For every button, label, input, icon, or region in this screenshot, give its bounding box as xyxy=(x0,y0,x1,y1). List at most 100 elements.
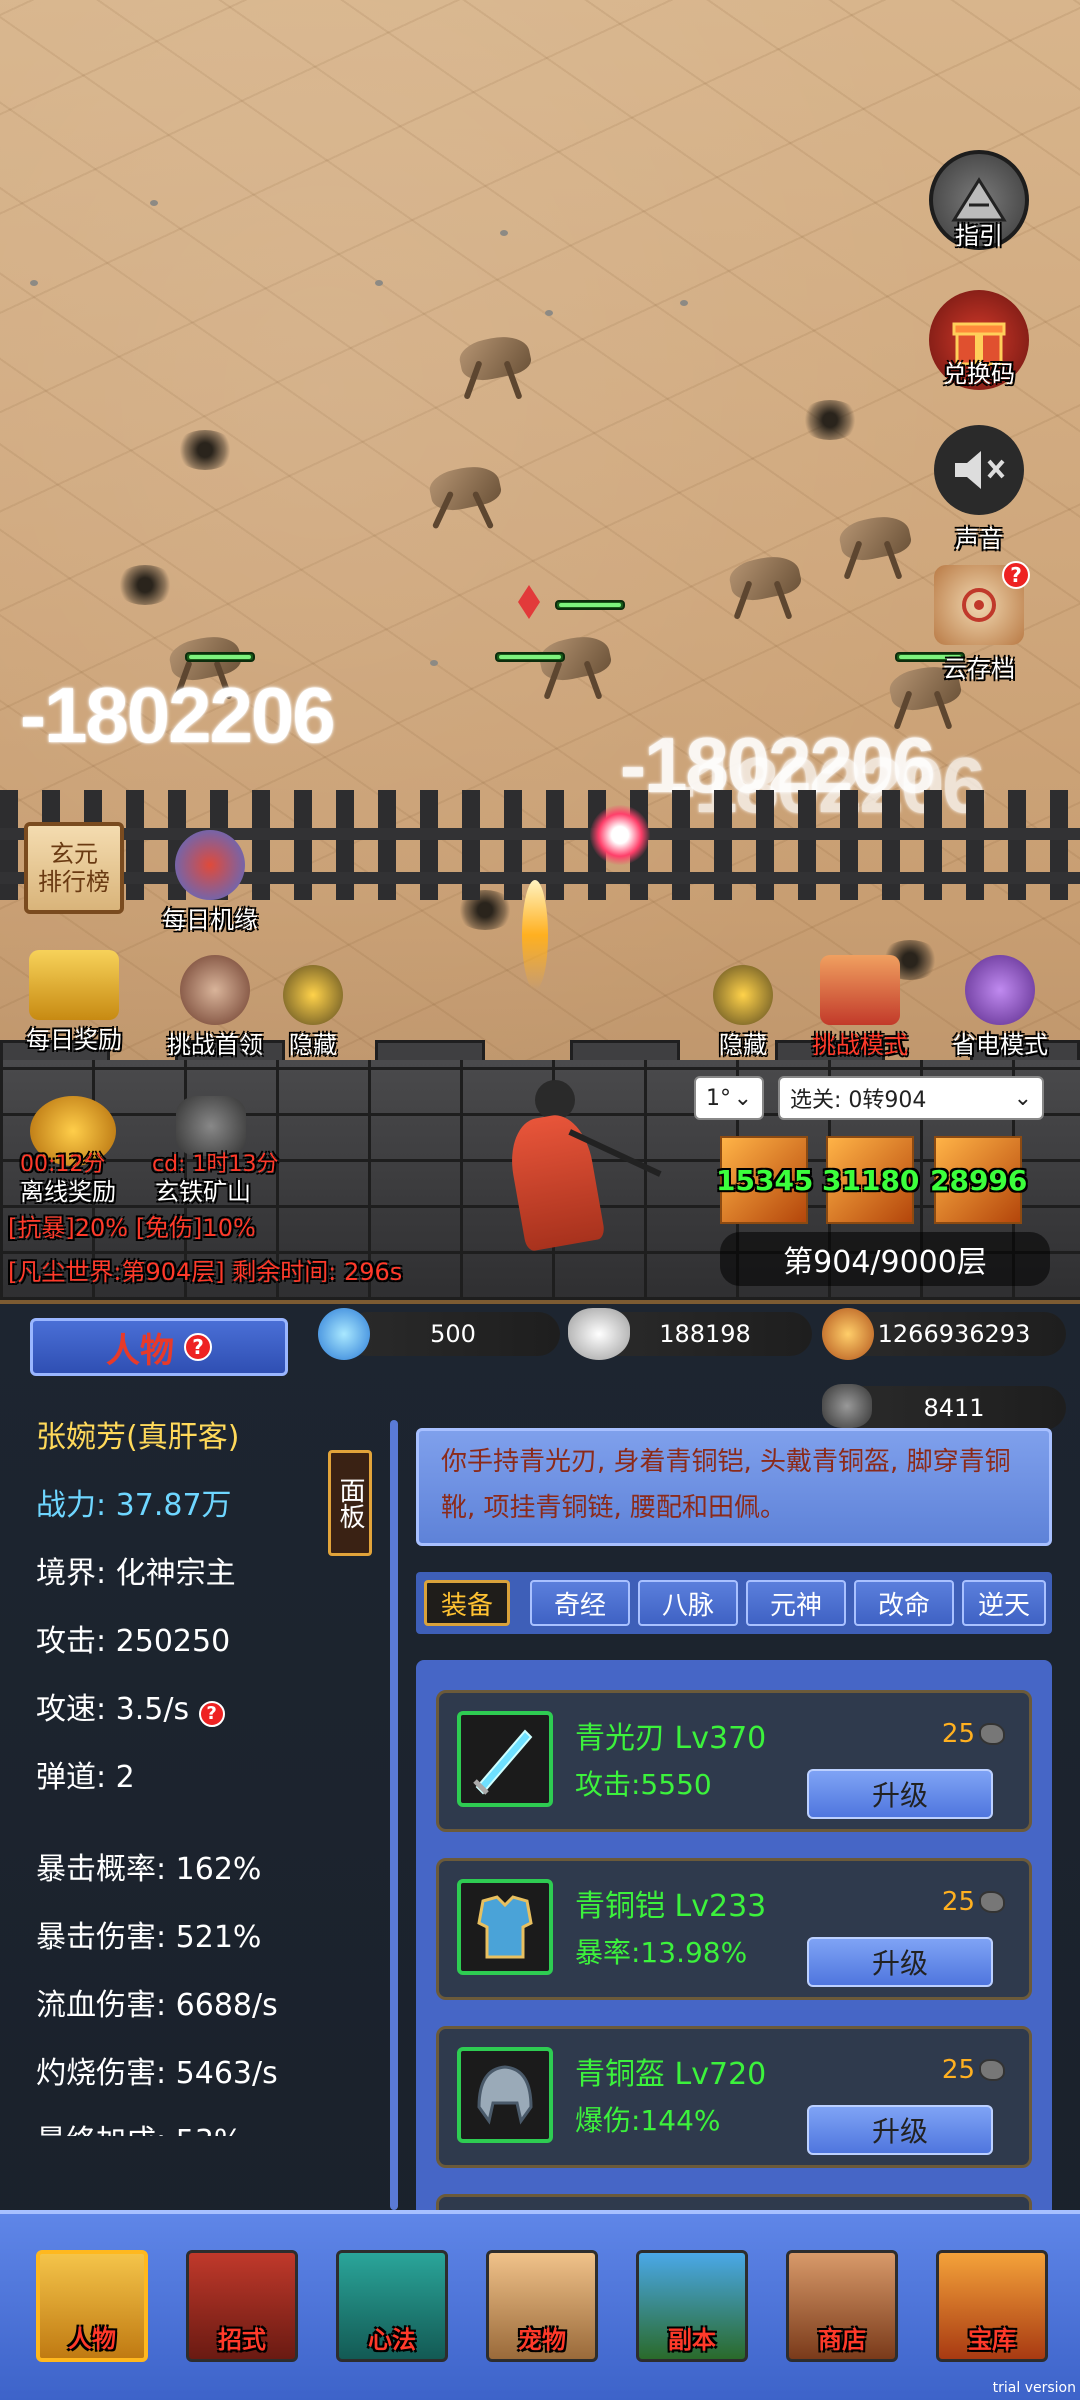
mine-label[interactable]: 玄铁矿山 xyxy=(155,1172,251,1207)
stats-list: 张婉芳(真肝客) 战力: 37.87万 境界: 化神宗主 攻击: 250250 … xyxy=(0,1396,380,2136)
ore-icon xyxy=(822,1384,872,1428)
leaderboard-button[interactable]: 玄元 排行榜 xyxy=(24,822,124,914)
ore-resource: 8411 xyxy=(842,1386,1066,1430)
daily-fate-button[interactable]: 每日机缘 xyxy=(150,830,270,935)
leaderboard-label: 玄元 排行榜 xyxy=(38,840,110,896)
nav-character[interactable]: 人物 xyxy=(36,2250,148,2362)
skill-slot[interactable]: 31180 xyxy=(822,1136,919,1224)
redeem-code-button[interactable]: 兑换码 xyxy=(924,290,1034,390)
damage-number: -1802206 xyxy=(20,671,336,759)
nav-label: 人物 xyxy=(68,2325,116,2353)
armor-icon xyxy=(457,1879,553,1975)
tab-defy-heaven[interactable]: 逆天 xyxy=(962,1580,1046,1626)
challenge-mode-icon xyxy=(820,955,900,1025)
help-icon[interactable]: ? xyxy=(184,1333,212,1361)
pebble xyxy=(545,310,553,316)
nav-pets[interactable]: 宠物 xyxy=(486,2250,598,2362)
cloud-save-button[interactable]: ? 云存档 xyxy=(924,561,1034,684)
upgrade-cost: 25 xyxy=(942,1719,1005,1749)
hide-button-right[interactable]: 隐藏 xyxy=(688,965,798,1060)
tab-equipment[interactable]: 装备 xyxy=(424,1580,510,1626)
upgrade-button[interactable]: 升级 xyxy=(807,1937,993,1987)
stage-value: 选关: 0转904 xyxy=(790,1088,927,1113)
nav-treasury[interactable]: 宝库 xyxy=(936,2250,1048,2362)
nav-label: 招式 xyxy=(218,2326,266,2354)
crit-damage-stat: 暴击伤害: 521% xyxy=(36,1920,262,1955)
sword-icon xyxy=(457,1711,553,1807)
monster[interactable] xyxy=(720,540,820,620)
tab-eight-veins[interactable]: 八脉 xyxy=(638,1580,738,1626)
bush xyxy=(175,430,235,470)
equipment-item: 青光刃 Lv370 攻击:5550 25 升级 xyxy=(436,1690,1032,1832)
bush xyxy=(115,565,175,605)
combat-power: 战力: 37.87万 xyxy=(36,1488,232,1523)
panel-toggle-button[interactable]: 面板 xyxy=(328,1450,372,1556)
realm-stat: 境界: 化神宗主 xyxy=(36,1556,236,1591)
equipment-name: 青铜铠 Lv233 xyxy=(575,1889,767,1924)
upgrade-button[interactable]: 升级 xyxy=(807,2105,993,2155)
projectile-glow xyxy=(590,805,650,865)
target-marker-icon xyxy=(518,585,540,619)
equipment-name: 青光刃 Lv370 xyxy=(575,1721,767,1756)
stage-select[interactable]: 选关: 0转904 ⌄ xyxy=(778,1076,1044,1120)
spirit-flame-icon xyxy=(318,1308,370,1360)
nav-label: 心法 xyxy=(368,2326,416,2354)
hero-character xyxy=(495,1080,662,1260)
tab-primordial-spirit[interactable]: 元神 xyxy=(746,1580,846,1626)
pebble xyxy=(430,660,438,666)
challenge-mode-button[interactable]: 挑战模式 xyxy=(790,955,930,1060)
attack-speed-value: 攻速: 3.5/s xyxy=(36,1692,190,1727)
offline-reward-label[interactable]: 离线奖励 xyxy=(20,1172,116,1207)
monster-hp-bar xyxy=(495,652,565,662)
gold-coin-icon xyxy=(822,1308,874,1360)
nav-moves[interactable]: 招式 xyxy=(186,2250,298,2362)
nav-shop[interactable]: 商店 xyxy=(786,2250,898,2362)
sound-button[interactable]: 声音 xyxy=(924,425,1034,554)
upgrade-button[interactable]: 升级 xyxy=(807,1769,993,1819)
hide-icon xyxy=(713,965,773,1025)
power-save-mode-button[interactable]: 省电模式 xyxy=(930,955,1070,1060)
guide-button[interactable]: 指引 xyxy=(924,150,1034,251)
pebble xyxy=(680,300,688,306)
speed-select[interactable]: 1° ⌄ xyxy=(694,1076,764,1120)
spirit-value: 500 xyxy=(430,1320,476,1348)
tab-change-fate[interactable]: 改命 xyxy=(854,1580,954,1626)
equipment-name: 青铜盔 Lv720 xyxy=(575,2057,767,2092)
daily-reward-label: 每日奖励 xyxy=(26,1026,122,1054)
cost-value: 25 xyxy=(941,2055,975,2085)
sound-label: 声音 xyxy=(955,525,1003,553)
silver-value: 188198 xyxy=(659,1320,751,1348)
tab-meridian[interactable]: 奇经 xyxy=(530,1580,630,1626)
daily-reward-button[interactable]: 每日奖励 xyxy=(14,950,134,1055)
hide-button-left[interactable]: 隐藏 xyxy=(258,965,368,1060)
nav-mind-method[interactable]: 心法 xyxy=(336,2250,448,2362)
character-name: 张婉芳(真肝客) xyxy=(36,1420,240,1455)
monster[interactable] xyxy=(420,450,520,530)
attack-stat: 攻击: 250250 xyxy=(36,1624,231,1659)
power-save-icon xyxy=(965,955,1035,1025)
skill-slot[interactable]: 15345 xyxy=(716,1136,813,1224)
character-tab-label: 人物 xyxy=(106,1330,174,1371)
challenge-mode-label: 挑战模式 xyxy=(812,1031,908,1059)
upgrade-cost: 25 xyxy=(942,1887,1005,1917)
helmet-icon xyxy=(457,2047,553,2143)
bleed-damage-stat: 流血伤害: 6688/s xyxy=(36,1988,278,2023)
ore-icon xyxy=(979,1723,1005,1745)
daily-fate-icon xyxy=(175,830,245,900)
equipment-tabs: 装备 奇经 八脉 元神 改命 逆天 xyxy=(416,1572,1052,1634)
monster[interactable] xyxy=(450,320,550,400)
equipment-list: 青光刃 Lv370 攻击:5550 25 升级 青铜铠 Lv233 暴率:13.… xyxy=(416,1660,1052,2220)
nav-dungeon[interactable]: 副本 xyxy=(636,2250,748,2362)
hide-icon xyxy=(283,965,343,1025)
redeem-label: 兑换码 xyxy=(943,360,1015,388)
spirit-resource: 500 xyxy=(346,1312,560,1356)
cost-value: 25 xyxy=(941,1719,975,1749)
hide-label: 隐藏 xyxy=(289,1031,337,1059)
skill-slot[interactable]: 28996 xyxy=(930,1136,1027,1224)
help-icon[interactable]: ? xyxy=(198,1700,225,1727)
character-tab[interactable]: 人物 ? xyxy=(30,1318,288,1376)
gold-value: 1266936293 xyxy=(877,1320,1031,1348)
monster[interactable] xyxy=(830,500,930,580)
final-bonus-stat: 最终加成: 53% xyxy=(36,2116,242,2136)
battle-scene: -1802206 -1802206 -1802206 指引 兑换码 声音 ? 云… xyxy=(0,0,1080,1300)
